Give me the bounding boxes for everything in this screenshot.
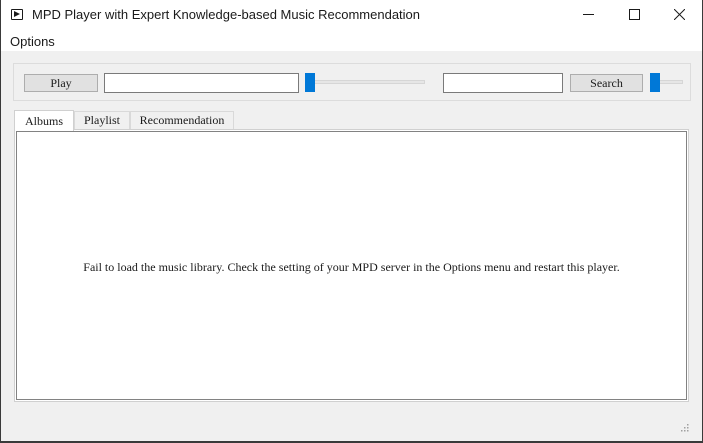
minimize-icon — [582, 7, 594, 25]
app-window: MPD Player with Expert Knowledge-based M… — [0, 0, 703, 443]
albums-list[interactable]: Fail to load the music library. Check th… — [16, 131, 687, 400]
menu-options[interactable]: Options — [10, 34, 55, 49]
position-slider-track[interactable] — [307, 80, 425, 84]
title-bar[interactable]: MPD Player with Expert Knowledge-based M… — [1, 0, 702, 31]
albums-panel: Fail to load the music library. Check th… — [14, 129, 689, 402]
minimize-button[interactable] — [565, 0, 611, 31]
play-icon — [11, 9, 23, 20]
search-button[interactable]: Search — [570, 74, 643, 92]
menu-bar: Options — [1, 31, 702, 51]
volume-slider-thumb[interactable] — [650, 73, 660, 92]
error-message: Fail to load the music library. Check th… — [83, 260, 620, 274]
position-slider-thumb[interactable] — [305, 73, 315, 92]
tab-albums[interactable]: Albums — [14, 110, 74, 131]
now-playing-field[interactable] — [104, 73, 299, 93]
window-title: MPD Player with Expert Knowledge-based M… — [32, 7, 421, 22]
play-button[interactable]: Play — [24, 74, 98, 92]
close-icon — [673, 7, 685, 25]
maximize-button[interactable] — [611, 0, 657, 31]
maximize-icon — [628, 7, 640, 25]
tab-playlist[interactable]: Playlist — [74, 111, 130, 129]
resize-grip-icon[interactable] — [680, 420, 690, 432]
search-input[interactable] — [443, 73, 563, 93]
tab-recommendation[interactable]: Recommendation — [130, 111, 234, 129]
close-button[interactable] — [656, 0, 702, 31]
